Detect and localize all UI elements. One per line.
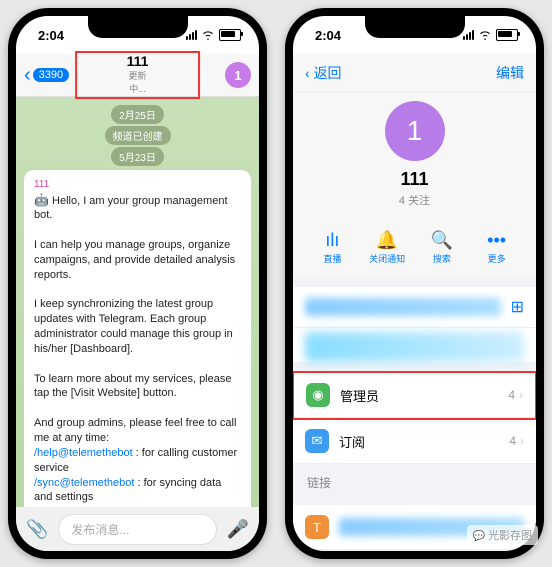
search-action[interactable]: 🔍搜索	[415, 230, 470, 265]
status-time: 2:04	[38, 28, 64, 43]
mute-action[interactable]: 🔔关闭通知	[360, 230, 415, 265]
chat-subtitle: 更新中...	[127, 69, 149, 95]
sync-link[interactable]: /sync@telemethebot	[34, 477, 134, 489]
watermark: 光影存图	[467, 525, 538, 545]
blurred-content	[305, 298, 501, 316]
system-pill: 频道已创建	[105, 126, 171, 145]
chat-title-area[interactable]: 111 更新中...	[75, 51, 201, 99]
search-icon: 🔍	[415, 230, 470, 250]
status-time: 2:04	[315, 28, 341, 43]
link-icon: T	[305, 515, 329, 539]
chat-body[interactable]: 2月25日 频道已创建 5月23日 111 🤖 Hello, I am your…	[16, 97, 259, 508]
bot-icon: 🤖	[34, 193, 49, 207]
links-section-title: 链接	[293, 464, 536, 495]
chat-title: 111	[127, 53, 149, 69]
profile-name: 111	[293, 169, 536, 190]
admin-icon: ◉	[306, 383, 330, 407]
profile-subtitle: 4 关注	[293, 192, 536, 208]
chevron-right-icon: ›	[520, 434, 524, 448]
help-link[interactable]: /help@telemethebot	[34, 447, 133, 459]
status-icons	[186, 29, 241, 41]
chevron-right-icon: ›	[519, 388, 523, 402]
bell-icon: 🔔	[360, 230, 415, 250]
date-pill: 5月23日	[111, 147, 164, 166]
back-button[interactable]: ‹3390	[24, 64, 69, 87]
more-action[interactable]: •••更多	[469, 230, 524, 265]
live-action[interactable]: ılı直播	[305, 230, 360, 265]
qr-icon[interactable]: ⊞	[511, 297, 524, 317]
subscribe-icon: ✉	[305, 429, 329, 453]
info-row[interactable]: ⊞	[293, 287, 536, 328]
blurred-content	[305, 332, 524, 362]
message-bubble[interactable]: 111 🤖 Hello, I am your group management …	[24, 170, 251, 508]
chat-avatar[interactable]: 1	[225, 62, 251, 88]
mic-icon[interactable]: 🎤	[227, 519, 249, 540]
attach-icon[interactable]: 📎	[26, 519, 48, 540]
unread-badge: 3390	[33, 68, 69, 82]
date-pill: 2月25日	[111, 105, 164, 124]
admin-row[interactable]: ◉ 管理员 4 ›	[294, 373, 535, 418]
more-icon: •••	[469, 230, 524, 250]
subscribe-row[interactable]: ✉ 订阅 4 ›	[293, 419, 536, 464]
profile-avatar[interactable]: 1	[385, 101, 445, 161]
message-input[interactable]: 发布消息...	[58, 514, 216, 545]
edit-button[interactable]: 编辑	[496, 63, 524, 83]
status-icons	[463, 29, 518, 41]
live-icon: ılı	[305, 230, 360, 250]
sender-name: 111	[34, 178, 241, 192]
back-button[interactable]: ‹ 返回	[305, 63, 342, 83]
